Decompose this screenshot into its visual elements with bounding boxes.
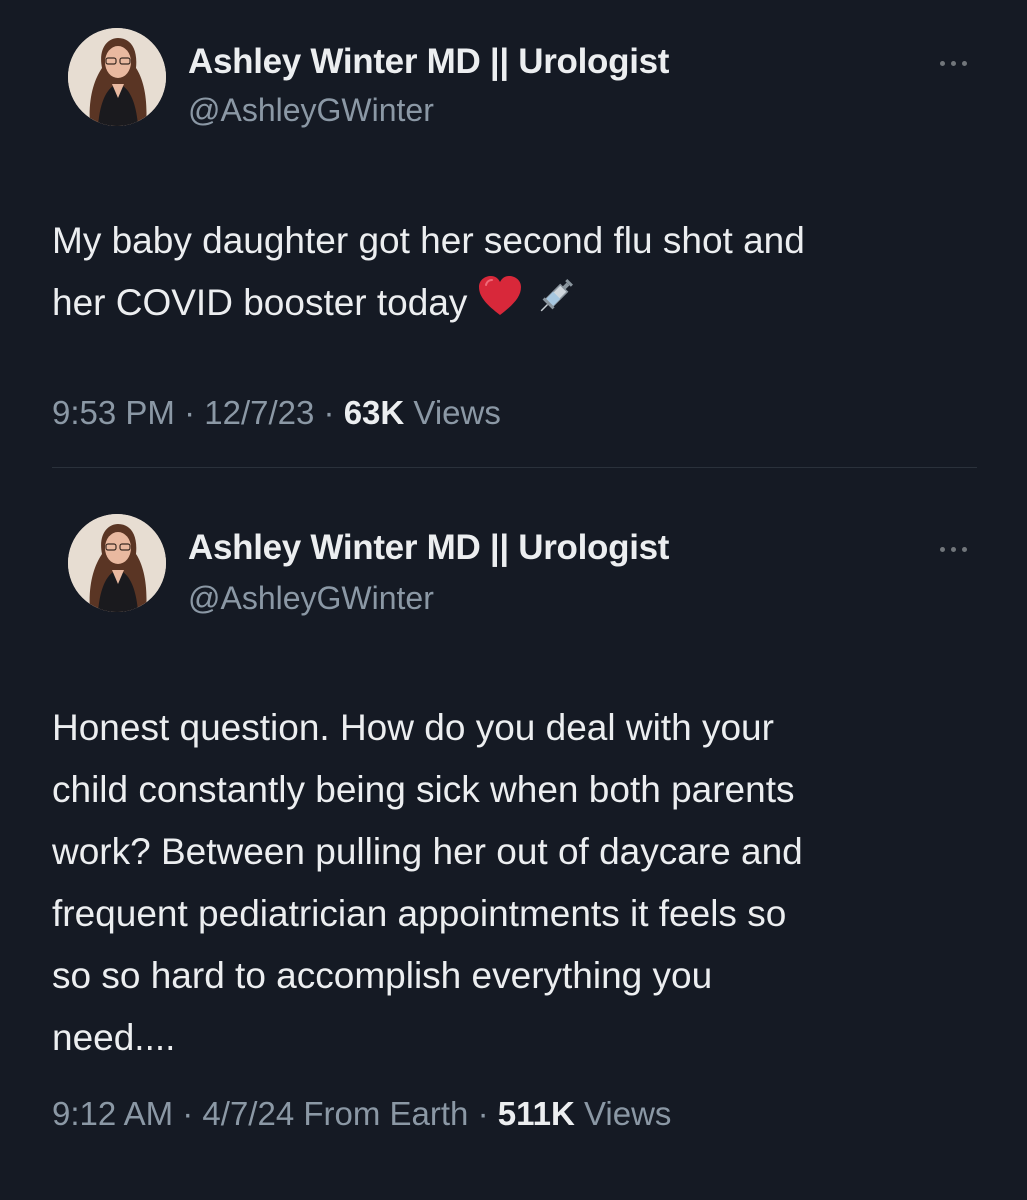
- heart-emoji-icon: [477, 274, 523, 336]
- views-label: Views: [583, 1095, 672, 1132]
- tweet[interactable]: Ashley Winter MD || Urologist @AshleyGWi…: [0, 0, 1027, 468]
- more-options-icon[interactable]: [936, 56, 972, 70]
- tweet-date[interactable]: 12/7/23: [204, 394, 314, 431]
- view-count: 511K: [497, 1095, 575, 1132]
- tweet-meta: 9:53 PM · 12/7/23 · 63K Views: [52, 394, 501, 432]
- syringe-emoji-icon: [533, 273, 579, 338]
- tweet-meta: 9:12 AM · 4/7/24 From Earth · 511K Views: [52, 1095, 671, 1133]
- tweet-time[interactable]: 9:53 PM: [52, 394, 175, 431]
- tweet[interactable]: Ashley Winter MD || Urologist @AshleyGWi…: [0, 470, 1027, 1200]
- view-count: 63K: [343, 394, 405, 431]
- author-name[interactable]: Ashley Winter MD || Urologist: [188, 528, 669, 568]
- separator: ·: [477, 1095, 489, 1132]
- tweet-time[interactable]: 9:12 AM: [52, 1095, 173, 1132]
- avatar[interactable]: [68, 514, 166, 612]
- author-handle[interactable]: @AshleyGWinter: [188, 580, 434, 617]
- separator: ·: [323, 394, 335, 431]
- separator: ·: [182, 1095, 194, 1132]
- separator: ·: [184, 394, 196, 431]
- author-handle[interactable]: @AshleyGWinter: [188, 92, 434, 129]
- more-options-icon[interactable]: [936, 542, 972, 556]
- tweet-text: My baby daughter got her second flu shot…: [52, 210, 982, 338]
- avatar[interactable]: [68, 28, 166, 126]
- tweet-source: From Earth: [303, 1095, 469, 1132]
- author-name[interactable]: Ashley Winter MD || Urologist: [188, 42, 669, 82]
- tweet-text-content: My baby daughter got her second flu shot…: [52, 220, 805, 323]
- views-label: Views: [413, 394, 501, 431]
- divider: [52, 467, 977, 468]
- tweet-text: Honest question. How do you deal with yo…: [52, 707, 803, 1058]
- tweet-date[interactable]: 4/7/24: [202, 1095, 294, 1132]
